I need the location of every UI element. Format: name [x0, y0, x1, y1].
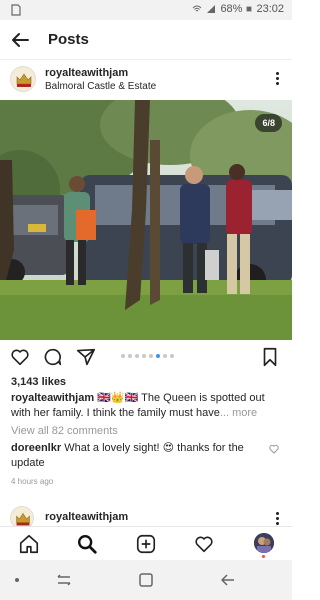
post-image[interactable]: 6/8: [0, 100, 292, 340]
comment-username[interactable]: doreenlkr: [11, 442, 61, 454]
post-actions: [0, 342, 292, 372]
carousel-dot: [142, 354, 146, 358]
search-icon[interactable]: [76, 533, 98, 555]
battery-level: 68%: [220, 3, 243, 15]
more-options-icon[interactable]: [274, 70, 280, 88]
photo-scene: [0, 100, 292, 340]
next-post-username[interactable]: royalteawithjam: [45, 511, 128, 523]
notification-dot: [262, 555, 265, 558]
signal-icon: [207, 5, 216, 13]
activity-heart-icon[interactable]: [193, 533, 215, 555]
post-caption: royalteawithjam 🇬🇧👑🇬🇧 The Queen is spott…: [11, 391, 283, 421]
clock: 23:02: [256, 3, 284, 15]
back-arrow-icon[interactable]: [8, 28, 32, 52]
carousel-indicator: [121, 354, 174, 358]
battery-icon: [247, 6, 252, 12]
top-bar: Posts: [0, 20, 292, 60]
next-post-header: royalteawithjam: [0, 504, 292, 526]
status-bar: 68% 23:02: [0, 0, 292, 20]
post-header: royalteawithjam Balmoral Castle & Estate: [0, 60, 292, 100]
carousel-dot: [135, 354, 139, 358]
avatar[interactable]: [10, 506, 34, 526]
image-counter: 6/8: [255, 114, 282, 132]
post-location[interactable]: Balmoral Castle & Estate: [45, 81, 156, 92]
dot-icon[interactable]: [8, 572, 26, 588]
home-square-icon[interactable]: [137, 572, 155, 588]
carousel-dot: [170, 354, 174, 358]
avatar[interactable]: [10, 66, 36, 92]
crown-icon: [11, 67, 35, 91]
caption-flags: 🇬🇧👑🇬🇧: [97, 392, 139, 404]
carousel-dot: [156, 354, 160, 358]
share-icon[interactable]: [75, 346, 97, 368]
sim-card-icon: [11, 4, 21, 16]
carousel-dot: [163, 354, 167, 358]
new-post-icon[interactable]: [135, 533, 157, 555]
post-timestamp: 4 hours ago: [11, 477, 54, 486]
carousel-dot: [121, 354, 125, 358]
post-username[interactable]: royalteawithjam: [45, 67, 128, 79]
bottom-nav: [0, 526, 292, 560]
bookmark-icon[interactable]: [259, 346, 281, 368]
carousel-dot: [149, 354, 153, 358]
wifi-icon: [193, 5, 202, 12]
system-nav-bar: [0, 560, 292, 600]
caption-more-link[interactable]: ... more: [220, 407, 257, 419]
likes-count[interactable]: 3,143 likes: [11, 376, 66, 388]
heart-icon[interactable]: [9, 346, 31, 368]
caption-username[interactable]: royalteawithjam: [11, 392, 94, 404]
back-icon[interactable]: [219, 572, 237, 588]
comment: doreenlkr What a lovely sight! 😍 thanks …: [11, 441, 261, 471]
page-title: Posts: [48, 31, 89, 48]
comment-like-icon[interactable]: [268, 443, 280, 455]
more-options-icon[interactable]: [274, 510, 280, 526]
profile-photo: [254, 533, 274, 553]
carousel-dot: [128, 354, 132, 358]
recents-icon[interactable]: [55, 572, 73, 588]
view-all-comments-link[interactable]: View all 82 comments: [11, 425, 118, 437]
profile-avatar[interactable]: [254, 533, 274, 553]
home-icon[interactable]: [18, 533, 40, 555]
crown-icon: [11, 507, 33, 526]
comment-icon[interactable]: [42, 346, 64, 368]
